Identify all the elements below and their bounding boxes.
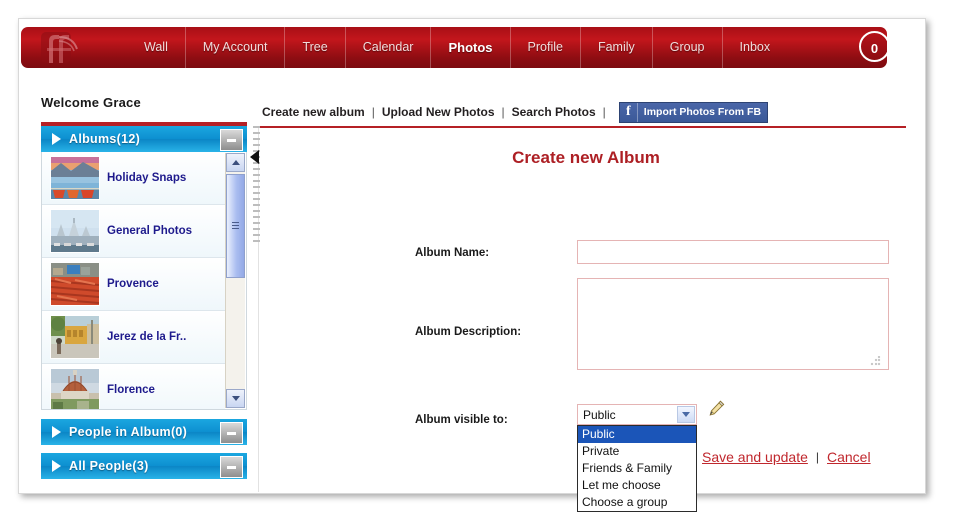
form-actions: Save and update | Cancel xyxy=(702,449,871,465)
search-photos-link[interactable]: Search Photos xyxy=(512,105,596,119)
albums-list-container: Holiday Snaps General Photos Provence Je… xyxy=(41,152,247,410)
nav-item-photos[interactable]: Photos xyxy=(430,27,509,68)
all-people-panel: All People(3) xyxy=(41,453,247,479)
subnav-divider xyxy=(258,126,906,128)
nav-item-calendar[interactable]: Calendar xyxy=(344,27,431,68)
people-in-album-header[interactable]: People in Album(0) xyxy=(41,419,247,445)
upload-new-photos-link[interactable]: Upload New Photos xyxy=(382,105,495,119)
album-thumbnail-florence xyxy=(50,368,100,409)
album-description-input[interactable] xyxy=(577,278,889,370)
option-private[interactable]: Private xyxy=(578,443,696,460)
create-new-album-link[interactable]: Create new album xyxy=(262,105,365,119)
album-list-item[interactable]: Florence xyxy=(42,364,225,409)
main-content: Create new Album Album Name: Album Descr… xyxy=(266,134,906,512)
albums-list: Holiday Snaps General Photos Provence Je… xyxy=(42,152,225,409)
album-name-label: General Photos xyxy=(107,225,192,237)
import-photos-from-fb-button[interactable]: f Import Photos From FB xyxy=(618,101,769,123)
pencil-icon[interactable] xyxy=(708,400,725,417)
main-navbar: Wall My Account Tree Calendar Photos Pro… xyxy=(21,27,887,68)
album-list-item[interactable]: Provence xyxy=(42,258,225,311)
album-thumbnail-jerez xyxy=(50,315,100,359)
nav-item-profile[interactable]: Profile xyxy=(509,27,580,68)
album-visibility-options[interactable]: Public Private Friends & Family Let me c… xyxy=(577,425,697,512)
all-people-title: All People(3) xyxy=(69,459,149,473)
expand-triangle-icon xyxy=(52,460,61,472)
option-public[interactable]: Public xyxy=(578,426,696,443)
album-name-label: Jerez de la Fr.. xyxy=(107,331,187,343)
all-people-header[interactable]: All People(3) xyxy=(41,453,247,479)
people-in-album-title: People in Album(0) xyxy=(69,425,188,439)
nav-item-wall[interactable]: Wall xyxy=(127,27,185,68)
action-separator: | xyxy=(815,450,819,464)
photos-subnav: Create new album | Upload New Photos | S… xyxy=(262,101,769,123)
sidebar-drag-rail[interactable] xyxy=(253,126,260,246)
albums-panel-title: Albums(12) xyxy=(69,132,141,146)
scrollbar-thumb[interactable] xyxy=(226,174,245,278)
album-name-input[interactable] xyxy=(577,240,889,264)
sidebar-collapse-arrow-icon[interactable] xyxy=(250,150,259,164)
album-thumbnail-holiday-snaps xyxy=(50,156,100,200)
album-list-item[interactable]: General Photos xyxy=(42,205,225,258)
nav-item-inbox[interactable]: Inbox xyxy=(721,27,788,68)
albums-collapse-button[interactable] xyxy=(220,129,243,151)
expand-triangle-icon xyxy=(52,133,61,145)
textarea-resize-handle[interactable] xyxy=(870,356,881,367)
expand-triangle-icon xyxy=(52,426,61,438)
subnav-separator-2: | xyxy=(501,105,505,119)
album-list-item[interactable]: Holiday Snaps xyxy=(42,152,225,205)
chevron-down-icon[interactable] xyxy=(677,406,695,423)
page-title: Create new Album xyxy=(512,148,660,167)
album-visibility-select[interactable]: Public xyxy=(577,404,697,425)
scroll-down-button[interactable] xyxy=(226,389,245,408)
albums-scrollbar[interactable] xyxy=(225,153,245,408)
site-logo-icon[interactable] xyxy=(29,29,103,66)
album-thumbnail-general-photos xyxy=(50,209,100,253)
albums-panel-header[interactable]: Albums(12) xyxy=(41,126,247,152)
app-window: Wall My Account Tree Calendar Photos Pro… xyxy=(0,0,966,527)
welcome-text: Welcome Grace xyxy=(41,95,141,110)
album-visibility-selected-value: Public xyxy=(583,407,616,422)
option-friends-family[interactable]: Friends & Family xyxy=(578,460,696,477)
album-visible-to-label: Album visible to: xyxy=(415,414,508,426)
albums-panel: Albums(12) Holiday Snaps General Photos … xyxy=(41,122,247,410)
cancel-link[interactable]: Cancel xyxy=(827,449,871,465)
people-in-album-panel: People in Album(0) xyxy=(41,419,247,445)
import-fb-label: Import Photos From FB xyxy=(643,106,762,118)
scroll-up-button[interactable] xyxy=(226,153,245,172)
option-let-me-choose[interactable]: Let me choose xyxy=(578,477,696,494)
nav-item-family[interactable]: Family xyxy=(579,27,652,68)
nav-items: Wall My Account Tree Calendar Photos Pro… xyxy=(127,27,787,68)
option-choose-a-group[interactable]: Choose a group xyxy=(578,494,696,511)
album-list-item[interactable]: Jerez de la Fr.. xyxy=(42,311,225,364)
album-name-label: Album Name: xyxy=(415,247,490,259)
sidebar: Albums(12) Holiday Snaps General Photos … xyxy=(41,122,247,479)
album-thumbnail-provence xyxy=(50,262,100,306)
all-people-collapse-button[interactable] xyxy=(220,456,243,478)
album-name-label: Provence xyxy=(107,278,159,290)
subnav-separator-3: | xyxy=(602,105,606,119)
album-description-label: Album Description: xyxy=(415,326,522,338)
facebook-icon: f xyxy=(620,102,638,122)
album-name-label: Florence xyxy=(107,384,155,396)
save-and-update-link[interactable]: Save and update xyxy=(702,449,808,465)
subnav-separator-1: | xyxy=(371,105,375,119)
nav-item-tree[interactable]: Tree xyxy=(284,27,344,68)
album-name-label: Holiday Snaps xyxy=(107,172,187,184)
people-in-album-collapse-button[interactable] xyxy=(220,422,243,444)
inbox-count-badge[interactable]: 0 xyxy=(859,31,887,62)
nav-item-group[interactable]: Group xyxy=(651,27,722,68)
nav-item-my-account[interactable]: My Account xyxy=(184,27,285,68)
